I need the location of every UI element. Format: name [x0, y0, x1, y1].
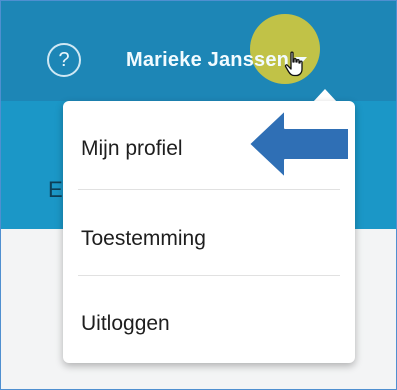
menu-divider	[78, 189, 340, 190]
menu-item-uitloggen[interactable]: Uitloggen	[81, 312, 170, 336]
user-menu-button[interactable]: Marieke Janssen	[126, 45, 308, 75]
subbar-partial-text: E	[48, 177, 63, 202]
screenshot-frame: E ? Marieke Janssen Mijn profiel Toestem…	[0, 0, 397, 390]
menu-item-toestemming[interactable]: Toestemming	[81, 227, 206, 251]
left-arrow-icon	[248, 109, 350, 179]
menu-item-mijn-profiel[interactable]: Mijn profiel	[81, 137, 183, 161]
user-name: Marieke Janssen	[126, 48, 290, 71]
hand-pointer-icon	[284, 51, 303, 77]
help-icon[interactable]: ?	[47, 43, 81, 77]
menu-divider	[78, 275, 340, 276]
help-icon-glyph: ?	[58, 49, 70, 71]
